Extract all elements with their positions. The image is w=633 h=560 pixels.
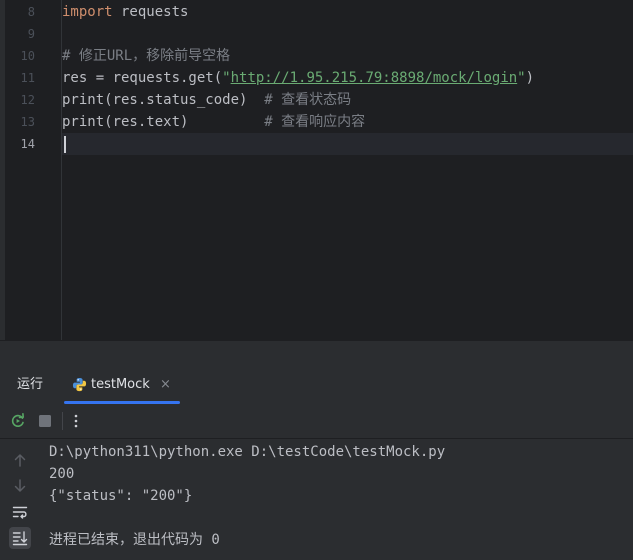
line-number: 12 xyxy=(20,93,35,107)
tab-testmock[interactable]: testMock × xyxy=(64,366,180,404)
url-link[interactable]: http://1.95.215.79:8898/mock/login xyxy=(231,70,518,86)
run-panel-title: 运行 xyxy=(17,377,44,392)
code-text: print(res.status_code) xyxy=(62,92,265,108)
code-line-8[interactable]: import requests xyxy=(62,1,188,23)
panel-splitter[interactable] xyxy=(0,340,633,367)
run-tool-window: 运行 testMock × D:\python311\python.exe D:… xyxy=(0,366,633,560)
line-number: 8 xyxy=(27,5,35,19)
code-comment: # 查看响应内容 xyxy=(264,114,366,130)
code-text: requests xyxy=(112,4,189,20)
line-number: 9 xyxy=(27,27,35,41)
code-line-13[interactable]: print(res.text) # 查看响应内容 xyxy=(62,111,365,133)
arrow-down-icon[interactable] xyxy=(11,477,29,495)
code-editor[interactable]: 8 9 10 11 12 13 14 import requests # 修正U… xyxy=(0,0,633,340)
string-quote: " xyxy=(517,70,526,86)
console-line-exit: 进程已结束，退出代码为 0 xyxy=(49,532,220,548)
code-comment: # 查看状态码 xyxy=(264,92,352,108)
code-text: print(res.text) xyxy=(62,114,265,130)
close-icon[interactable]: × xyxy=(160,376,171,394)
line-number: 10 xyxy=(20,49,35,63)
code-line-11[interactable]: res = requests.get("http://1.95.215.79:8… xyxy=(62,67,534,89)
run-tab-bar: 运行 testMock × xyxy=(0,366,633,405)
code-text: res = requests.get( xyxy=(62,70,223,86)
text-caret xyxy=(64,136,66,153)
stop-icon[interactable] xyxy=(36,412,54,430)
code-line-10[interactable]: # 修正URL，移除前导空格 xyxy=(62,45,230,67)
code-comment: # 修正URL，移除前导空格 xyxy=(62,48,231,64)
code-area[interactable]: import requests # 修正URL，移除前导空格 res = req… xyxy=(62,0,633,340)
line-number: 13 xyxy=(20,115,35,129)
soft-wrap-icon[interactable] xyxy=(11,503,29,521)
toolbar-separator xyxy=(62,412,63,430)
code-text: ) xyxy=(525,70,535,86)
console-output[interactable]: D:\python311\python.exe D:\testCode\test… xyxy=(40,439,633,560)
rerun-icon[interactable] xyxy=(9,412,27,430)
ide-window: 8 9 10 11 12 13 14 import requests # 修正U… xyxy=(0,0,633,560)
run-toolbar xyxy=(0,404,633,439)
run-side-toolbar xyxy=(0,439,40,560)
console-line-status: 200 xyxy=(49,466,75,482)
line-number-gutter: 8 9 10 11 12 13 14 xyxy=(5,0,62,340)
scroll-to-end-icon[interactable] xyxy=(9,527,31,549)
python-icon xyxy=(72,377,87,392)
line-number-current: 14 xyxy=(20,137,35,151)
console-line-body: {"status": "200"} xyxy=(49,488,193,504)
tab-label: testMock xyxy=(91,377,150,392)
code-line-12[interactable]: print(res.status_code) # 查看状态码 xyxy=(62,89,351,111)
string-quote: " xyxy=(222,70,231,86)
console-line-command: D:\python311\python.exe D:\testCode\test… xyxy=(49,444,446,460)
more-vertical-icon[interactable] xyxy=(67,412,85,430)
line-number: 11 xyxy=(20,71,35,85)
arrow-up-icon[interactable] xyxy=(11,451,29,469)
keyword-import: import xyxy=(62,4,113,20)
